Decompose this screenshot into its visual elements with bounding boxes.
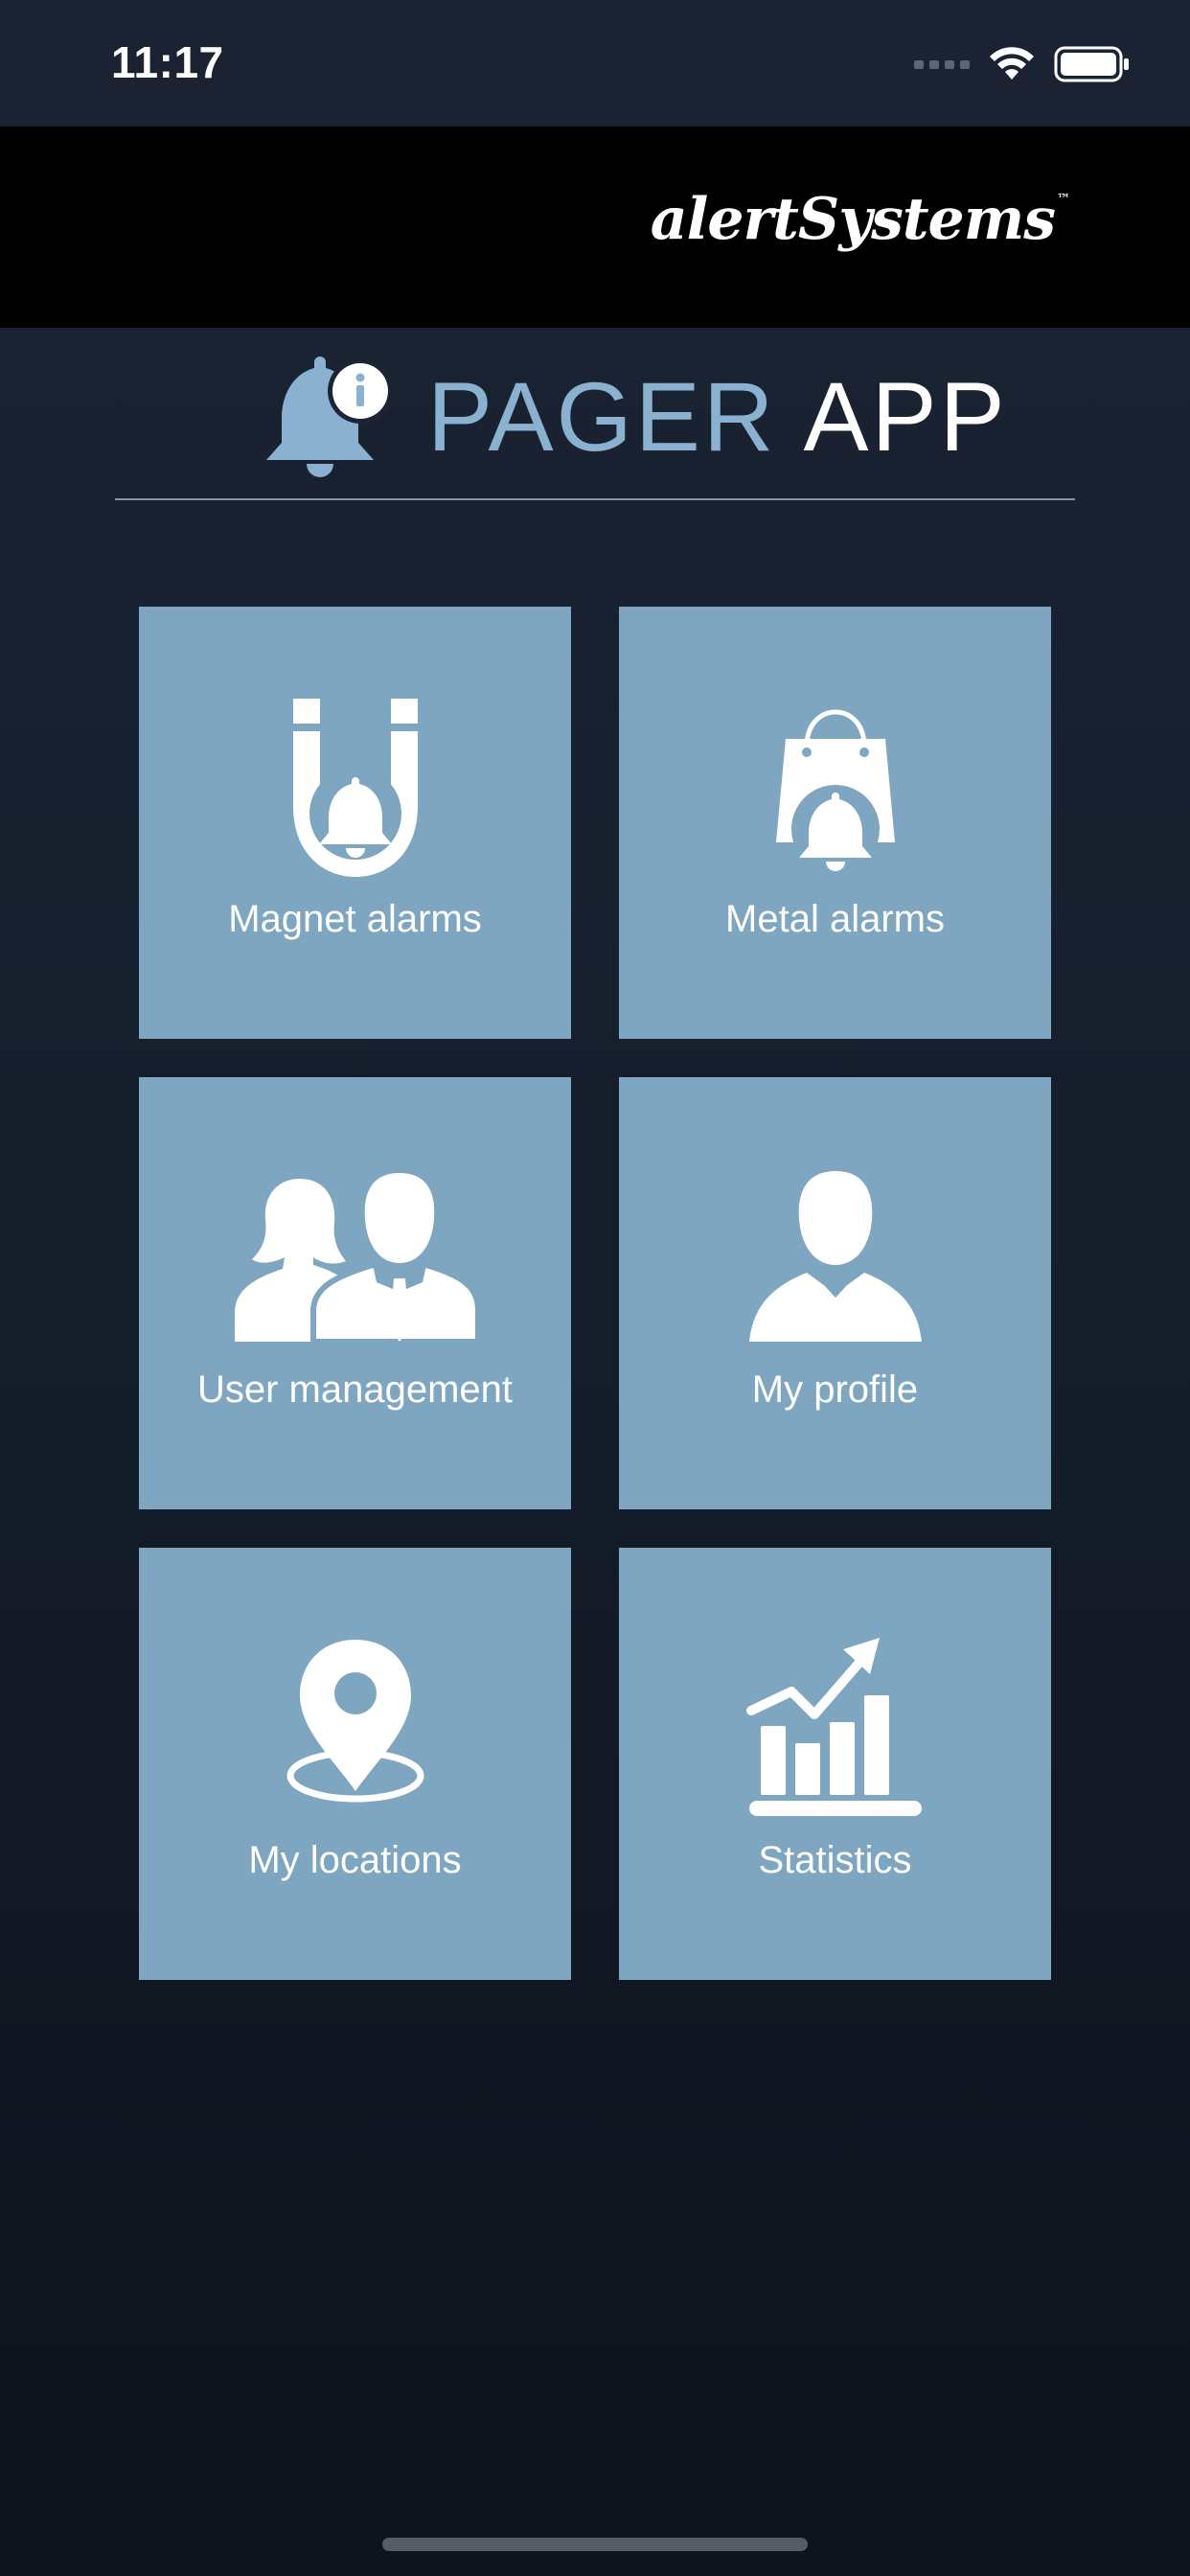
wifi-icon (990, 47, 1034, 80)
person-icon (748, 1171, 922, 1342)
tile-label: Magnet alarms (228, 898, 482, 940)
statistics-chart-icon (745, 1638, 922, 1816)
battery-icon (1054, 46, 1129, 82)
tile-user-management[interactable]: User management (139, 1077, 571, 1509)
home-indicator[interactable] (382, 2538, 808, 2551)
header-divider (115, 498, 1075, 500)
tile-statistics[interactable]: Statistics (619, 1548, 1051, 1980)
tile-my-profile[interactable]: My profile (619, 1077, 1051, 1509)
brand-trademark: ™ (1057, 192, 1070, 207)
tile-label: User management (196, 1368, 514, 1411)
status-time: 11:17 (111, 37, 224, 87)
location-pin-icon (286, 1640, 423, 1803)
tile-magnet-alarms[interactable]: Magnet alarms (139, 607, 571, 1039)
tile-label: Statistics (758, 1839, 912, 1881)
brand-logo-text: alertSystems (650, 186, 1056, 253)
tile-label: My profile (751, 1368, 919, 1411)
cellular-dots-icon (914, 60, 970, 69)
app-title-app: APP (803, 362, 1008, 472)
menu-grid: Magnet alarms Metal alarms User manageme… (139, 607, 1051, 1980)
status-bar: 11:17 (0, 0, 1190, 126)
tile-label: My locations (248, 1839, 462, 1881)
brand-bar: alertSystems ™ (0, 126, 1190, 328)
magnet-bell-icon (292, 699, 418, 877)
status-icons (914, 42, 1131, 86)
users-icon (234, 1173, 480, 1345)
app-header: PAGER APP (0, 328, 1190, 500)
brand-logo: alertSystems ™ (650, 186, 1070, 253)
tile-label: Metal alarms (725, 898, 945, 940)
tile-my-locations[interactable]: My locations (139, 1548, 571, 1980)
bag-bell-icon (775, 709, 895, 873)
app-title-pager: PAGER (427, 362, 777, 472)
tile-metal-alarms[interactable]: Metal alarms (619, 607, 1051, 1039)
bell-info-icon (266, 356, 393, 477)
app-title: PAGER APP (427, 368, 1008, 466)
